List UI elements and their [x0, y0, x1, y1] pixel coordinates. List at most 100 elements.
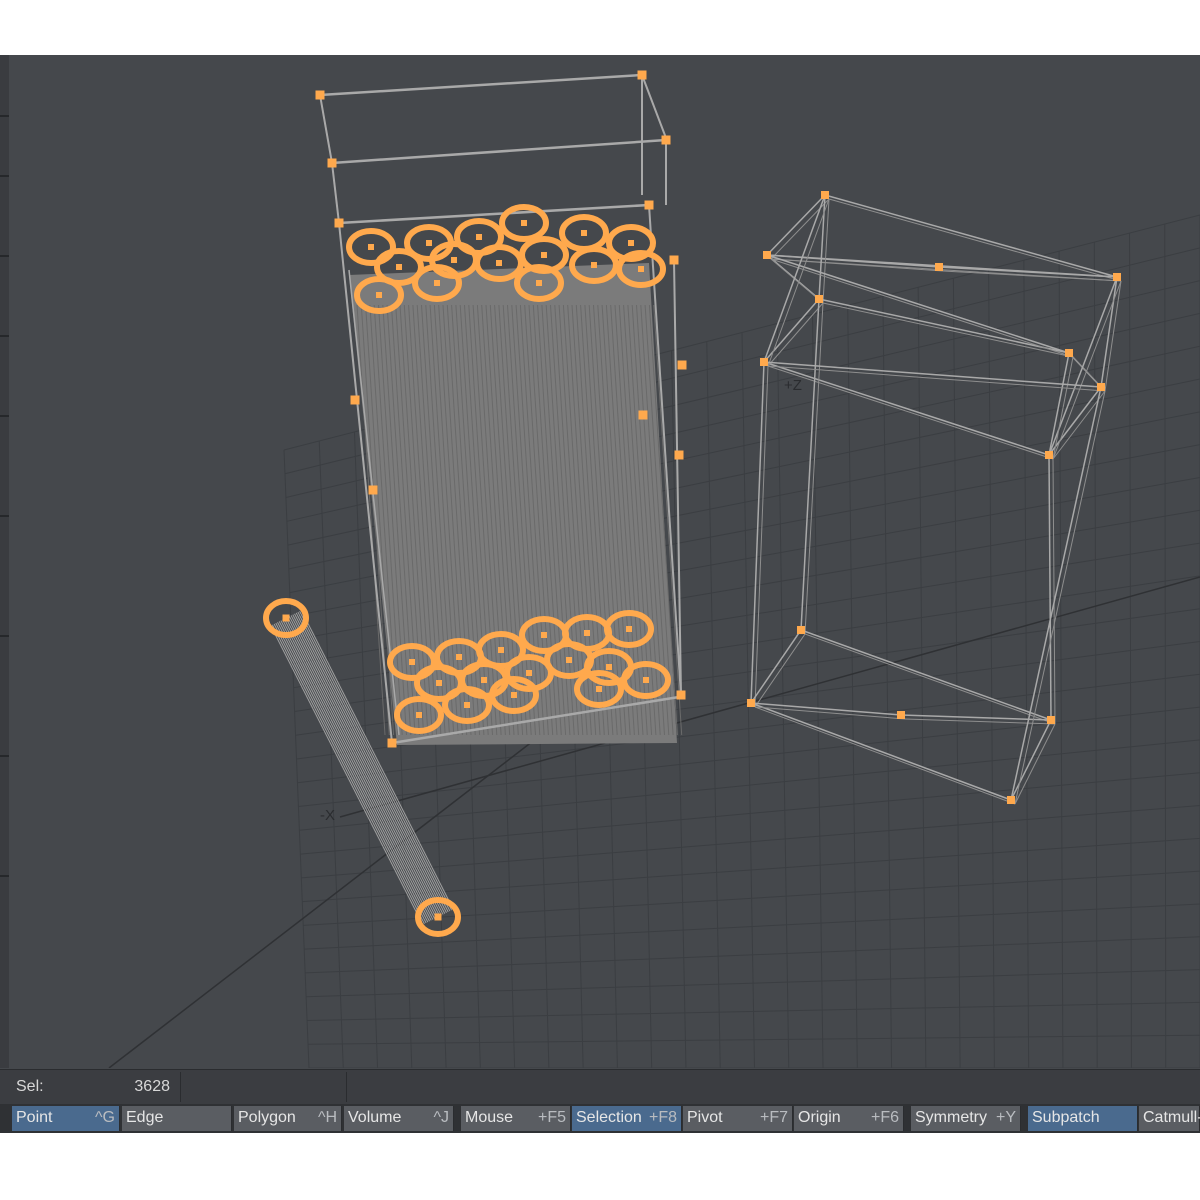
- selected-vertex: [436, 680, 442, 686]
- selected-vertex: [676, 690, 686, 700]
- selected-vertex: [350, 395, 360, 405]
- point-mode-button[interactable]: Point ^G: [12, 1106, 120, 1131]
- wire-edge: [319, 73, 643, 97]
- selected-vertex: [637, 70, 647, 80]
- strip-divider: [0, 515, 9, 517]
- selected-vertex: [498, 647, 504, 653]
- selected-vertex: [536, 280, 542, 286]
- subdivision-type-button[interactable]: Catmull-: [1139, 1106, 1200, 1131]
- wire-edge: [763, 194, 826, 363]
- selected-vertex: [638, 266, 644, 272]
- selected-vertex: [566, 657, 572, 663]
- mouse-action-center-button[interactable]: Mouse +F5: [461, 1106, 571, 1131]
- selected-vertex: [541, 252, 547, 258]
- strip-divider: [0, 335, 9, 337]
- selected-vertex: [315, 90, 325, 100]
- selected-vertex: [897, 711, 905, 719]
- wire-edge: [1104, 280, 1122, 392]
- selected-vertex: [747, 699, 755, 707]
- wire-edge: [800, 629, 1052, 721]
- selected-vertex: [526, 670, 532, 676]
- selected-vertex: [1045, 451, 1053, 459]
- wire-edge: [1048, 454, 1052, 721]
- selected-vertex: [628, 240, 634, 246]
- wire-edge: [1100, 276, 1118, 388]
- selection-action-center-button[interactable]: Selection +F8: [572, 1106, 682, 1131]
- selected-vertex: [327, 158, 337, 168]
- selected-vertex: [596, 686, 602, 692]
- selected-vertex: [476, 234, 482, 240]
- strip-divider: [0, 175, 9, 177]
- selected-vertex: [511, 692, 517, 698]
- wire-edge: [766, 194, 826, 256]
- wire-edge: [750, 629, 802, 704]
- selected-vertex: [815, 295, 823, 303]
- modeler-window: +Z -X Sel: 3628 Point ^G Edge Polygon ^H V…: [0, 55, 1200, 1133]
- selected-vertex: [591, 262, 597, 268]
- selected-vertex: [643, 677, 649, 683]
- selected-vertex: [606, 664, 612, 670]
- subpatch-toggle-button[interactable]: Subpatch: [1028, 1106, 1138, 1131]
- selected-vertex: [760, 358, 768, 366]
- strip-divider: [0, 875, 9, 877]
- selected-vertex: [821, 191, 829, 199]
- selected-vertex: [521, 220, 527, 226]
- selected-vertex: [451, 257, 457, 263]
- origin-action-center-button[interactable]: Origin +F6: [794, 1106, 904, 1131]
- wire-edge: [331, 162, 340, 224]
- strip-divider: [0, 755, 9, 757]
- grid-line: [1164, 224, 1167, 1068]
- wire-edge: [1052, 356, 1074, 460]
- selected-vertex: [1113, 273, 1121, 281]
- polygon-mode-button[interactable]: Polygon ^H: [234, 1106, 342, 1131]
- selected-vertex: [396, 264, 402, 270]
- info-divider: [180, 1072, 181, 1102]
- selected-vertex: [368, 485, 378, 495]
- perspective-viewport[interactable]: +Z -X: [9, 55, 1200, 1068]
- selected-vertex: [1047, 716, 1055, 724]
- wire-edge: [763, 298, 820, 363]
- selected-vertex: [677, 360, 687, 370]
- selected-vertex: [1007, 796, 1015, 804]
- cigarette-pack-open[interactable]: [315, 70, 687, 748]
- selected-vertex: [282, 614, 290, 622]
- selected-vertex: [426, 240, 432, 246]
- strip-divider: [0, 635, 9, 637]
- wire-edge: [1052, 458, 1056, 725]
- selected-vertex: [797, 626, 805, 634]
- selected-vertex: [541, 632, 547, 638]
- strip-divider: [0, 415, 9, 417]
- wire-edge: [1014, 723, 1056, 805]
- selection-count: 3628: [134, 1078, 170, 1095]
- edge-mode-button[interactable]: Edge: [122, 1106, 232, 1131]
- grid-line: [776, 323, 790, 1068]
- info-bar: Sel: 3628: [0, 1069, 1200, 1104]
- scene-canvas[interactable]: [9, 55, 1200, 1068]
- selected-vertex: [584, 630, 590, 636]
- wire-edge: [804, 302, 824, 635]
- info-divider: [346, 1072, 347, 1102]
- selected-vertex: [481, 677, 487, 683]
- selected-vertex: [638, 410, 648, 420]
- strip-divider: [0, 115, 9, 117]
- selected-vertex: [334, 218, 344, 228]
- selected-vertex: [368, 244, 374, 250]
- wire-edge: [641, 74, 667, 139]
- volume-mode-button[interactable]: Volume ^J: [344, 1106, 454, 1131]
- pivot-action-center-button[interactable]: Pivot +F7: [683, 1106, 793, 1131]
- selected-vertex: [763, 251, 771, 259]
- wire-edge: [319, 94, 333, 164]
- wire-edge: [767, 302, 824, 367]
- selected-vertex: [416, 712, 422, 718]
- wire-edge: [822, 302, 1074, 358]
- selected-vertex: [1065, 349, 1073, 357]
- selected-vertex: [935, 263, 943, 271]
- symmetry-toggle-button[interactable]: Symmetry +Y: [911, 1106, 1021, 1131]
- wire-edge: [750, 702, 902, 716]
- left-toolbar-strip[interactable]: [0, 55, 9, 1068]
- selected-vertex: [376, 292, 382, 298]
- wire-edge: [818, 298, 1070, 354]
- selection-label: Sel:: [16, 1078, 44, 1095]
- wire-edge: [331, 138, 667, 165]
- selected-vertex: [626, 626, 632, 632]
